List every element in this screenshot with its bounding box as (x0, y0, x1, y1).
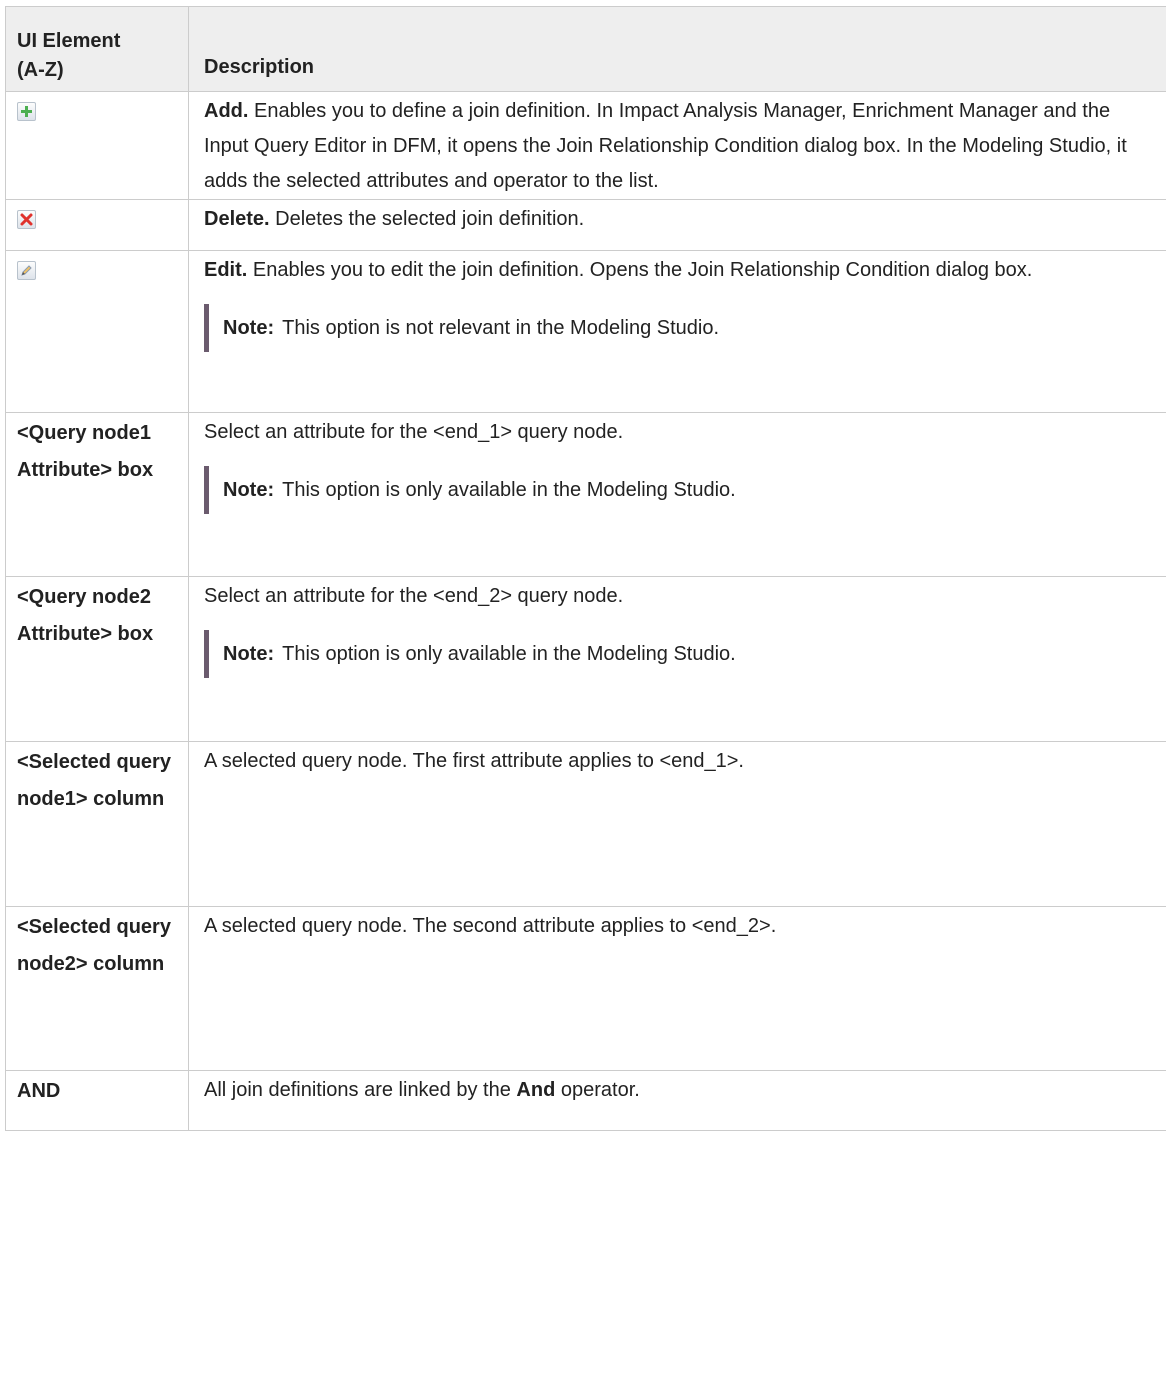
table-header-row: UI Element (A-Z) Description (5, 6, 1166, 92)
row-description: Deletes the selected join definition. (275, 208, 585, 230)
description-cell: All join definitions are linked by the A… (188, 1070, 1166, 1131)
note-label: Note: (223, 316, 275, 339)
table-row: Add. Enables you to define a join defini… (5, 91, 1166, 200)
table-row: AND All join definitions are linked by t… (5, 1070, 1166, 1131)
row-description: Select an attribute for the <end_2> quer… (204, 585, 624, 607)
ui-element-cell: <Selected query node2> column (5, 906, 189, 1071)
ui-elements-table: UI Element (A-Z) Description Add. Enables… (5, 6, 1166, 1131)
description-cell: Delete. Deletes the selected join defini… (188, 199, 1166, 251)
ui-element-cell: <Selected query node1> column (5, 741, 189, 907)
note-text: This option is only available in the Mod… (282, 642, 736, 665)
table-row: <Query node1 Attribute> box Select an at… (5, 412, 1166, 577)
row-description-before: All join definitions are linked by the (204, 1079, 511, 1101)
row-description: A selected query node. The second attrib… (204, 915, 777, 937)
ui-element-cell: AND (5, 1070, 189, 1131)
description-cell: Select an attribute for the <end_2> quer… (188, 576, 1166, 742)
table-row: <Selected query node2> column A selected… (5, 906, 1166, 1071)
row-description-bold: And (516, 1079, 556, 1101)
ui-element-cell (5, 91, 189, 200)
note-text: This option is only available in the Mod… (282, 478, 736, 501)
edit-icon (17, 261, 36, 280)
note-callout: Note: This option is only available in th… (204, 630, 1147, 678)
ui-element-cell: <Query node1 Attribute> box (5, 412, 189, 577)
row-description-after: operator. (560, 1079, 640, 1101)
ui-element-cell (5, 199, 189, 251)
note-label: Note: (223, 642, 275, 665)
description-cell: Select an attribute for the <end_1> quer… (188, 412, 1166, 577)
table-row: Delete. Deletes the selected join defini… (5, 199, 1166, 251)
description-cell: Add. Enables you to define a join defini… (188, 91, 1166, 200)
row-title: Delete. (204, 208, 270, 230)
ui-element-cell: <Query node2 Attribute> box (5, 576, 189, 742)
table-row: <Selected query node1> column A selected… (5, 741, 1166, 907)
row-title: Edit. (204, 259, 248, 281)
row-description: Enables you to edit the join definition.… (252, 259, 1033, 281)
table-row: Edit. Enables you to edit the join defin… (5, 250, 1166, 413)
description-cell: A selected query node. The second attrib… (188, 906, 1166, 1071)
ui-element-cell (5, 250, 189, 413)
row-title: Add. (204, 100, 249, 122)
row-description: Enables you to define a join definition.… (204, 100, 1127, 192)
row-description: Select an attribute for the <end_1> quer… (204, 421, 624, 443)
column-header-ui-element: UI Element (A-Z) (5, 6, 189, 92)
description-cell: Edit. Enables you to edit the join defin… (188, 250, 1166, 413)
delete-icon (17, 210, 36, 229)
table-row: <Query node2 Attribute> box Select an at… (5, 576, 1166, 742)
column-header-description: Description (188, 6, 1166, 92)
note-callout: Note: This option is not relevant in the … (204, 304, 1147, 352)
add-icon (17, 102, 36, 121)
note-label: Note: (223, 478, 275, 501)
note-callout: Note: This option is only available in th… (204, 466, 1147, 514)
column-header-ui-element-line1: UI Element (17, 30, 121, 52)
description-cell: A selected query node. The first attribu… (188, 741, 1166, 907)
row-description: A selected query node. The first attribu… (204, 750, 744, 772)
column-header-ui-element-line2: (A-Z) (17, 59, 64, 81)
note-text: This option is not relevant in the Model… (282, 316, 720, 339)
